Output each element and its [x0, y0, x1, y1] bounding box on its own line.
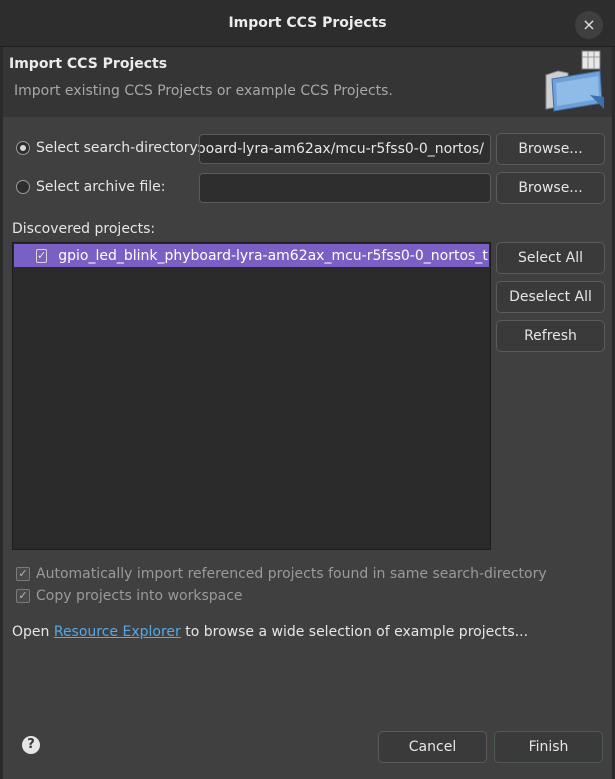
copy-workspace-checkbox[interactable]: ✓ — [16, 589, 30, 603]
auto-import-label: Automatically import referenced projects… — [36, 566, 547, 582]
project-list[interactable]: ✓ gpio_led_blink_phyboard-lyra-am62ax_mc… — [12, 242, 491, 550]
project-name: gpio_led_blink_phyboard-lyra-am62ax_mcu-… — [58, 247, 489, 264]
search-directory-input[interactable]: /board-lyra-am62ax/mcu-r5fss0-0_nortos — [199, 134, 491, 164]
resource-suffix: to browse a wide selection of example pr… — [180, 624, 529, 640]
resource-explorer-text: Open Resource Explorer to browse a wide … — [12, 624, 528, 640]
discovered-projects-label: Discovered projects: — [12, 221, 156, 237]
help-icon[interactable]: ? — [22, 736, 40, 754]
title-bar: Import CCS Projects × — [0, 0, 615, 47]
search-directory-option[interactable]: Select search-directory: — [16, 140, 202, 156]
dialog-header: Import CCS Projects Import existing CCS … — [3, 47, 612, 117]
search-directory-radio[interactable] — [16, 141, 30, 155]
project-checkbox[interactable]: ✓ — [36, 248, 48, 263]
cancel-button[interactable]: Cancel — [378, 731, 487, 763]
header-description: Import existing CCS Projects or example … — [14, 83, 393, 99]
copy-workspace-label: Copy projects into workspace — [36, 588, 243, 604]
copy-workspace-option[interactable]: ✓ Copy projects into workspace — [16, 588, 243, 604]
finish-button[interactable]: Finish — [494, 731, 603, 763]
archive-file-option[interactable]: Select archive file: — [16, 179, 166, 195]
resource-prefix: Open — [12, 624, 54, 640]
close-button[interactable]: × — [575, 11, 603, 39]
archive-file-input[interactable] — [199, 173, 491, 203]
project-item[interactable]: ✓ gpio_led_blink_phyboard-lyra-am62ax_mc… — [14, 244, 489, 267]
folder-import-icon — [545, 50, 604, 112]
header-title: Import CCS Projects — [9, 56, 168, 72]
browse-directory-button[interactable]: Browse... — [496, 133, 605, 165]
archive-file-label: Select archive file: — [36, 179, 166, 195]
auto-import-option[interactable]: ✓ Automatically import referenced projec… — [16, 566, 547, 582]
auto-import-checkbox[interactable]: ✓ — [16, 567, 30, 581]
search-directory-label: Select search-directory: — [36, 140, 202, 156]
resource-explorer-link[interactable]: Resource Explorer — [54, 624, 181, 640]
deselect-all-button[interactable]: Deselect All — [496, 281, 605, 313]
select-all-button[interactable]: Select All — [496, 242, 605, 274]
browse-archive-button[interactable]: Browse... — [496, 172, 605, 204]
window-title: Import CCS Projects — [228, 15, 387, 31]
refresh-button[interactable]: Refresh — [496, 320, 605, 352]
archive-file-radio[interactable] — [16, 180, 30, 194]
